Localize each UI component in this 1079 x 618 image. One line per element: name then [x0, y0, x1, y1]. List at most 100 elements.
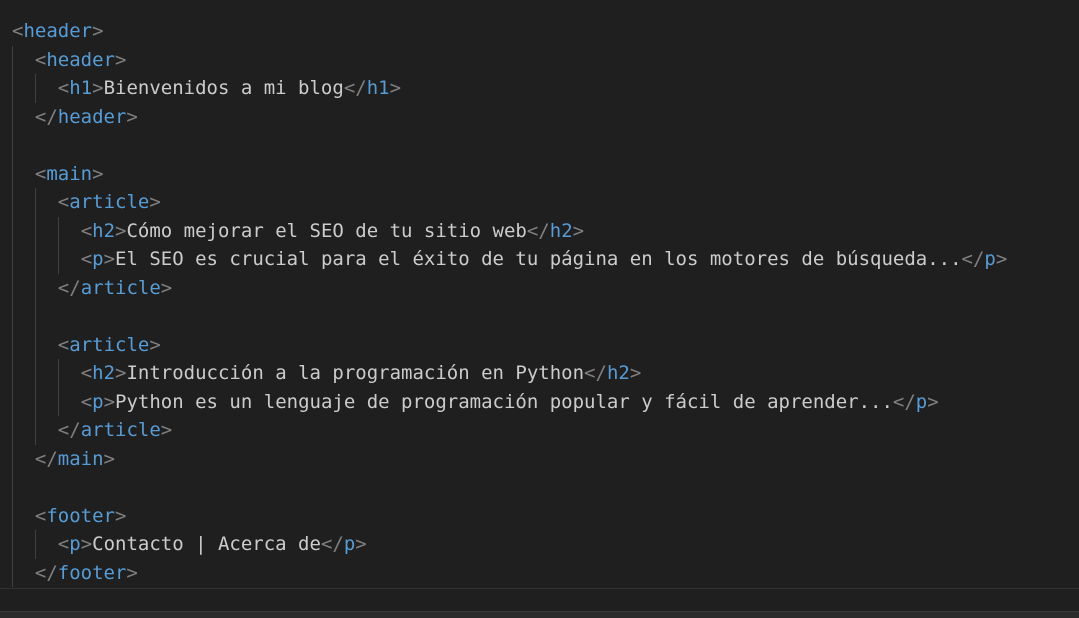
- indent-guide: [12, 530, 13, 559]
- tag-bracket: >: [160, 276, 173, 299]
- tag-bracket: </: [526, 219, 550, 242]
- indent-guide: [57, 387, 59, 416]
- indent-guide: [12, 416, 13, 445]
- indent-guide: [34, 302, 36, 331]
- tag-bracket: >: [927, 390, 939, 413]
- indent-guide: [57, 216, 59, 245]
- indent-guide: [12, 330, 13, 359]
- tag-bracket: >: [149, 333, 161, 356]
- indent-guide: [34, 330, 36, 359]
- indent-guide: [34, 359, 36, 388]
- tag-bracket: >: [160, 419, 173, 441]
- tag-bracket: >: [92, 162, 104, 185]
- indent-guide: [34, 273, 36, 302]
- indent-guide: [34, 74, 36, 103]
- indent-guide: [12, 302, 13, 331]
- tag-bracket: <: [57, 191, 70, 213]
- tag-bracket: >: [572, 219, 585, 242]
- tag-name: h2: [606, 362, 630, 384]
- tag-name: h2: [92, 362, 116, 384]
- tag-name: p: [984, 248, 996, 270]
- tag-bracket: <: [34, 48, 47, 71]
- indent-guide: [12, 74, 13, 103]
- tag-bracket: <: [80, 362, 93, 384]
- tag-bracket: </: [57, 276, 81, 299]
- tag-bracket: >: [126, 105, 138, 128]
- tag-bracket: </: [892, 390, 916, 413]
- tag-bracket: <: [80, 219, 93, 242]
- tag-bracket: <: [57, 77, 70, 99]
- text-content: El SEO es crucial para el éxito de tu pá…: [115, 248, 962, 270]
- tag-bracket: >: [103, 447, 115, 470]
- text-content: Bienvenidos a mi blog: [103, 77, 344, 99]
- text-content: Cómo mejorar el SEO de tu sitio web: [126, 219, 527, 242]
- tag-bracket: >: [114, 48, 127, 71]
- tag-name: footer: [46, 504, 115, 527]
- tag-bracket: >: [115, 219, 127, 242]
- tag-bracket: </: [34, 447, 58, 470]
- tag-bracket: >: [92, 77, 104, 99]
- text-content: Introducción a la programación en Python: [126, 362, 585, 384]
- tag-bracket: >: [114, 504, 127, 527]
- tag-name: article: [80, 419, 161, 441]
- tag-bracket: >: [115, 362, 127, 384]
- tag-name: p: [92, 390, 104, 413]
- tag-bracket: <: [80, 248, 93, 270]
- tag-name: p: [92, 248, 104, 270]
- indent-guide: [34, 416, 36, 445]
- tag-name: h2: [549, 219, 573, 242]
- tag-name: header: [57, 105, 127, 128]
- editor-end-divider: [0, 588, 1079, 589]
- tag-name: p: [915, 390, 928, 413]
- indent-guide: [12, 387, 13, 416]
- tag-name: h1: [69, 77, 93, 99]
- indent-guide: [12, 245, 13, 274]
- indent-guide: [57, 359, 59, 388]
- tag-name: p: [69, 533, 81, 555]
- indent-guide: [34, 245, 36, 274]
- tag-bracket: </: [34, 105, 58, 128]
- indent-guide: [12, 188, 13, 217]
- tag-name: h1: [366, 77, 390, 99]
- code-editor[interactable]: <header> <header> <h1>Bienvenidos a mi blo…: [0, 0, 1079, 618]
- tag-bracket: </: [57, 419, 81, 441]
- tag-name: header: [23, 20, 93, 42]
- tag-bracket: >: [629, 362, 642, 384]
- tag-bracket: >: [92, 20, 104, 42]
- tag-bracket: </: [961, 248, 985, 270]
- tag-bracket: <: [57, 533, 70, 555]
- tag-name: main: [46, 162, 93, 185]
- tag-bracket: <: [34, 504, 47, 527]
- indent-guide: [12, 159, 13, 188]
- tag-bracket: >: [103, 248, 116, 270]
- indent-guide: [34, 387, 36, 416]
- tag-bracket: >: [103, 390, 116, 413]
- tag-name: article: [69, 333, 150, 356]
- tag-bracket: >: [126, 561, 138, 584]
- tag-name: header: [46, 48, 115, 71]
- indent-guide: [12, 102, 13, 131]
- tag-bracket: <: [57, 333, 70, 356]
- indent-guide: [12, 273, 13, 302]
- tag-bracket: >: [80, 533, 93, 555]
- indent-guide: [12, 45, 13, 74]
- tag-bracket: >: [149, 191, 161, 213]
- tag-bracket: </: [584, 362, 607, 384]
- tag-bracket: </: [34, 561, 58, 584]
- indent-guide: [12, 558, 13, 587]
- tag-name: h2: [92, 219, 116, 242]
- tag-bracket: <: [34, 162, 47, 185]
- tag-bracket: </: [343, 77, 367, 99]
- text-content: Python es un lenguaje de programación po…: [115, 390, 893, 413]
- tag-bracket: >: [389, 77, 402, 99]
- tag-name: article: [80, 276, 161, 299]
- tag-bracket: >: [995, 248, 1008, 270]
- tag-name: article: [69, 191, 150, 213]
- tag-bracket: >: [355, 533, 367, 555]
- indent-guide: [12, 444, 13, 473]
- indent-guide: [12, 473, 13, 502]
- text-content: Contacto | Acerca de: [92, 533, 321, 555]
- tag-bracket: <: [80, 390, 93, 413]
- tag-bracket: </: [320, 533, 344, 555]
- indent-guide: [57, 245, 59, 274]
